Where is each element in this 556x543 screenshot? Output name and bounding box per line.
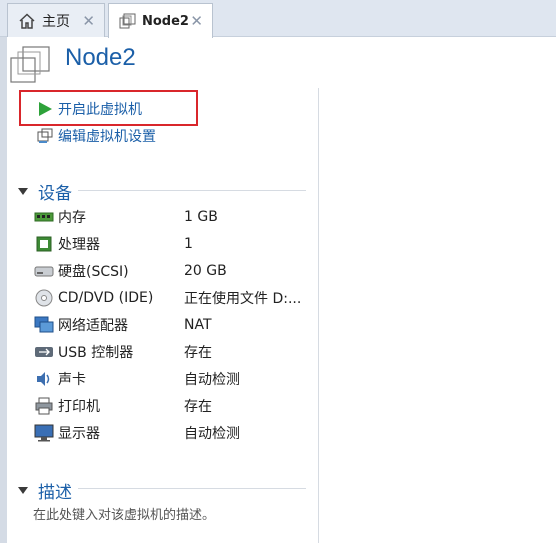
section-title: 设备 [38,184,72,204]
network-icon [34,316,54,334]
device-row-network[interactable]: 网络适配器 NAT [34,314,314,336]
device-row-sound[interactable]: 声卡 自动检测 [34,368,314,390]
device-name: 声卡 [58,372,86,388]
device-value: 20 GB [184,263,227,279]
device-value: NAT [184,317,212,333]
device-value: 存在 [184,345,212,361]
device-value: 1 [184,236,193,252]
device-row-cpu[interactable]: 处理器 1 [34,233,314,255]
device-value: 自动检测 [184,372,240,388]
tab-node2[interactable]: Node2 ✕ [108,3,213,38]
device-row-usb[interactable]: USB 控制器 存在 [34,341,314,363]
device-value: 自动检测 [184,426,240,442]
right-pane [318,88,556,543]
device-value: 1 GB [184,209,218,225]
device-name: 打印机 [58,399,100,415]
harddisk-icon [34,262,54,280]
settings-icon [36,127,54,145]
close-icon[interactable]: ✕ [82,12,95,30]
section-title: 描述 [38,483,72,503]
cd-icon [34,289,54,307]
device-name: 硬盘(SCSI) [58,264,129,280]
home-icon [18,12,36,30]
divider [78,488,306,489]
device-name: USB 控制器 [58,345,134,361]
device-name: 处理器 [58,237,100,253]
device-name: 网络适配器 [58,318,128,334]
description-field[interactable]: 在此处键入对该虚拟机的描述。 [33,504,215,523]
printer-icon [34,397,54,415]
collapse-icon [18,188,28,195]
edit-settings-button[interactable]: 编辑虚拟机设置 [36,126,156,146]
sound-icon [34,370,54,388]
device-row-memory[interactable]: 内存 1 GB [34,206,314,228]
device-value: 正在使用文件 D:... [184,291,302,307]
tab-label: Node2 [142,13,189,29]
left-strip [0,37,7,543]
display-icon [34,424,54,442]
device-row-printer[interactable]: 打印机 存在 [34,395,314,417]
cpu-icon [34,235,54,253]
tab-home[interactable]: 主页 ✕ [7,3,105,37]
collapse-icon [18,487,28,494]
device-row-cd-dvd[interactable]: CD/DVD (IDE) 正在使用文件 D:... [34,287,314,309]
tab-label: 主页 [42,13,70,30]
device-name: 显示器 [58,426,100,442]
usb-icon [34,343,54,361]
play-icon [36,100,54,118]
power-on-button[interactable]: 开启此虚拟机 [36,99,142,119]
page-title: Node2 [65,44,136,71]
description-section-header[interactable]: 描述 [18,478,72,503]
vm-large-icon [10,44,52,84]
device-value: 存在 [184,399,212,415]
device-row-harddisk[interactable]: 硬盘(SCSI) 20 GB [34,260,314,282]
power-on-label: 开启此虚拟机 [58,102,142,118]
device-name: CD/DVD (IDE) [58,290,154,306]
vm-icon [119,12,137,30]
device-name: 内存 [58,210,86,226]
close-icon[interactable]: ✕ [190,12,203,30]
device-row-display[interactable]: 显示器 自动检测 [34,422,314,444]
memory-icon [34,208,54,226]
edit-settings-label: 编辑虚拟机设置 [58,129,156,145]
devices-section-header[interactable]: 设备 [18,179,72,204]
divider [78,190,306,191]
tab-bar: 主页 ✕ Node2 ✕ [0,0,556,38]
